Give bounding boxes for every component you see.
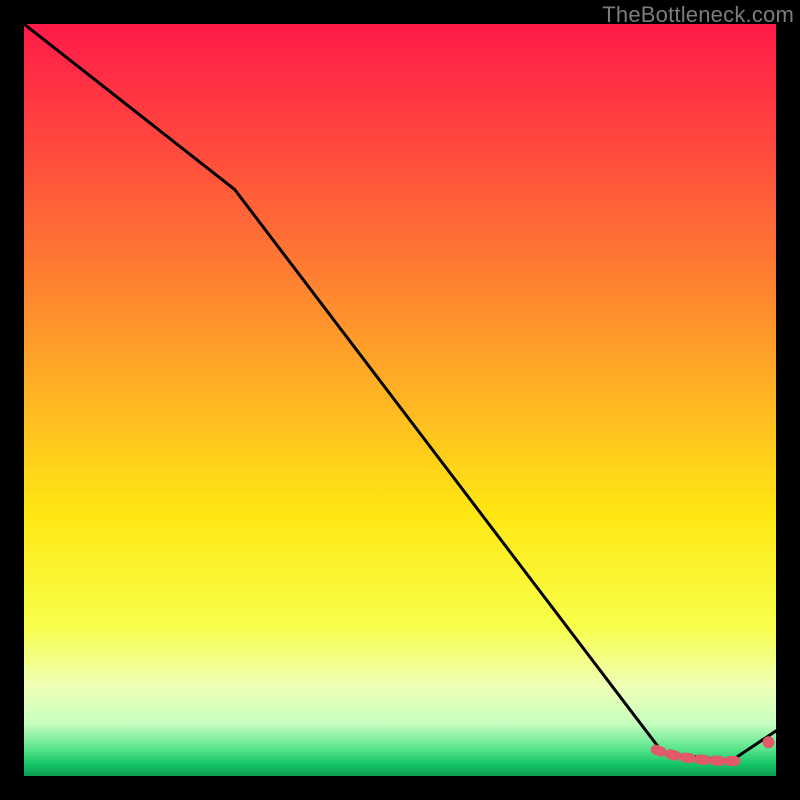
end-marker-dot [763, 736, 775, 748]
plot-area [24, 24, 776, 776]
chart-frame: TheBottleneck.com [0, 0, 800, 800]
chart-svg [24, 24, 776, 776]
gradient-background [24, 24, 776, 776]
